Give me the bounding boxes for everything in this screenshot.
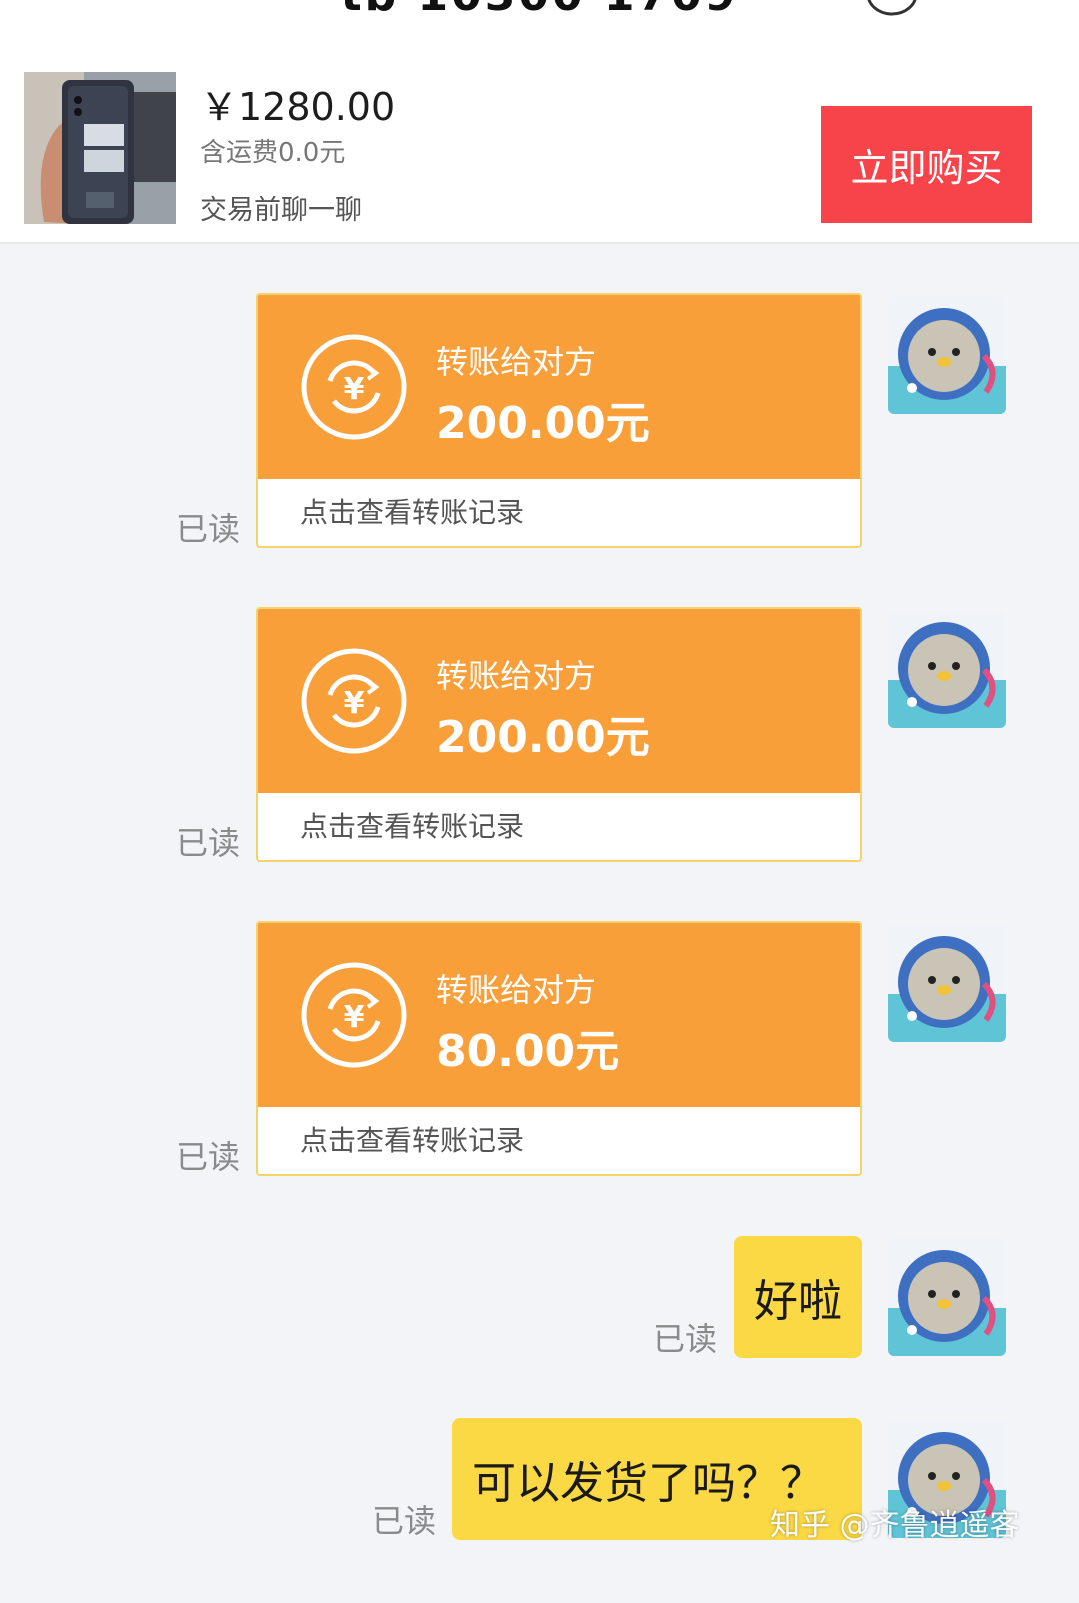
read-status: 已读: [372, 1502, 437, 1540]
seal-avatar-icon: [888, 936, 1006, 1042]
transfer-card[interactable]: ¥ 转账给对方 200.00元 点击查看转账记录: [256, 293, 862, 548]
read-status: 已读: [176, 510, 241, 548]
transfer-label: 转账给对方: [436, 343, 597, 381]
transfer-amount: 200.00元: [436, 398, 650, 449]
seal-avatar-icon: [888, 308, 1006, 414]
buy-now-button[interactable]: 立即购买: [821, 106, 1032, 223]
svg-text:¥: ¥: [344, 686, 365, 721]
shipping-fee: 含运费0.0元: [200, 138, 346, 168]
svg-text:¥: ¥: [344, 372, 365, 407]
more-icon[interactable]: [862, 0, 922, 16]
transfer-amount: 80.00元: [436, 1026, 620, 1077]
transfer-coin-icon: ¥: [301, 962, 407, 1068]
seal-avatar-icon: [888, 622, 1006, 728]
seal-avatar-icon: [888, 1250, 1006, 1356]
read-status: 已读: [176, 1138, 241, 1176]
avatar[interactable]: [888, 1238, 1006, 1356]
avatar[interactable]: [888, 924, 1006, 1042]
product-thumbnail[interactable]: [24, 72, 176, 224]
product-price: ￥1280.00: [200, 85, 396, 129]
product-card[interactable]: ￥1280.00 含运费0.0元 交易前聊一聊 立即购买: [0, 52, 1079, 244]
view-transfer-record-link[interactable]: 点击查看转账记录: [300, 491, 524, 531]
phone-photo-image: [24, 72, 176, 224]
chat-prompt: 交易前聊一聊: [200, 195, 362, 226]
watermark: 知乎 @齐鲁逍遥客: [770, 1508, 1020, 1543]
transfer-label: 转账给对方: [436, 657, 597, 695]
transfer-label: 转账给对方: [436, 971, 597, 1009]
transfer-coin-icon: ¥: [301, 648, 407, 754]
transfer-card-header: ¥ 转账给对方 80.00元: [258, 923, 860, 1107]
read-status: 已读: [176, 824, 241, 862]
view-transfer-record-link[interactable]: 点击查看转账记录: [300, 1119, 524, 1159]
top-bar: tb 10300 1709: [0, 0, 1079, 52]
avatar[interactable]: [888, 296, 1006, 414]
transfer-card-header: ¥ 转账给对方 200.00元: [258, 295, 860, 479]
transfer-card-header: ¥ 转账给对方 200.00元: [258, 609, 860, 793]
transfer-card[interactable]: ¥ 转账给对方 200.00元 点击查看转账记录: [256, 607, 862, 862]
transfer-coin-icon: ¥: [301, 334, 407, 440]
transfer-card[interactable]: ¥ 转账给对方 80.00元 点击查看转账记录: [256, 921, 862, 1176]
svg-text:¥: ¥: [344, 1000, 365, 1035]
transfer-amount: 200.00元: [436, 712, 650, 763]
avatar[interactable]: [888, 610, 1006, 728]
message-bubble[interactable]: 好啦: [734, 1236, 862, 1358]
chat-screen: tb 10300 1709 ￥1280.00 含运费0.0元 交易前聊一聊: [0, 0, 1079, 1603]
view-transfer-record-link[interactable]: 点击查看转账记录: [300, 805, 524, 845]
read-status: 已读: [653, 1320, 718, 1358]
